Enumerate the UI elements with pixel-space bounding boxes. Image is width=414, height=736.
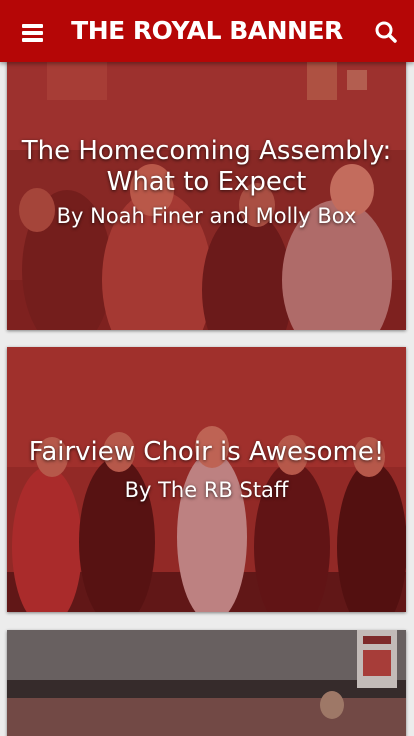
story-byline: By Noah Finer and Molly Box bbox=[56, 204, 357, 228]
story-headline[interactable]: Fairview Choir is Awesome! bbox=[19, 437, 394, 468]
story-text-block: The Homecoming Assembly: What to Expect … bbox=[19, 136, 394, 230]
search-icon[interactable] bbox=[372, 18, 400, 46]
card-tint-overlay bbox=[7, 630, 406, 736]
story-headline[interactable]: The Homecoming Assembly: What to Expect bbox=[19, 136, 394, 198]
site-title[interactable]: THE ROYAL BANNER bbox=[62, 0, 352, 62]
story-card-homecoming[interactable]: The Homecoming Assembly: What to Expect … bbox=[7, 40, 406, 330]
top-app-bar: THE ROYAL BANNER bbox=[0, 0, 414, 62]
story-byline: By The RB Staff bbox=[124, 478, 289, 502]
story-card-choir[interactable]: Fairview Choir is Awesome! By The RB Sta… bbox=[7, 347, 406, 612]
story-card-gym[interactable] bbox=[7, 630, 406, 736]
hamburger-menu-icon[interactable] bbox=[14, 18, 50, 46]
story-text-block: Fairview Choir is Awesome! By The RB Sta… bbox=[19, 437, 394, 504]
app-root: The Homecoming Assembly: What to Expect … bbox=[0, 0, 414, 736]
